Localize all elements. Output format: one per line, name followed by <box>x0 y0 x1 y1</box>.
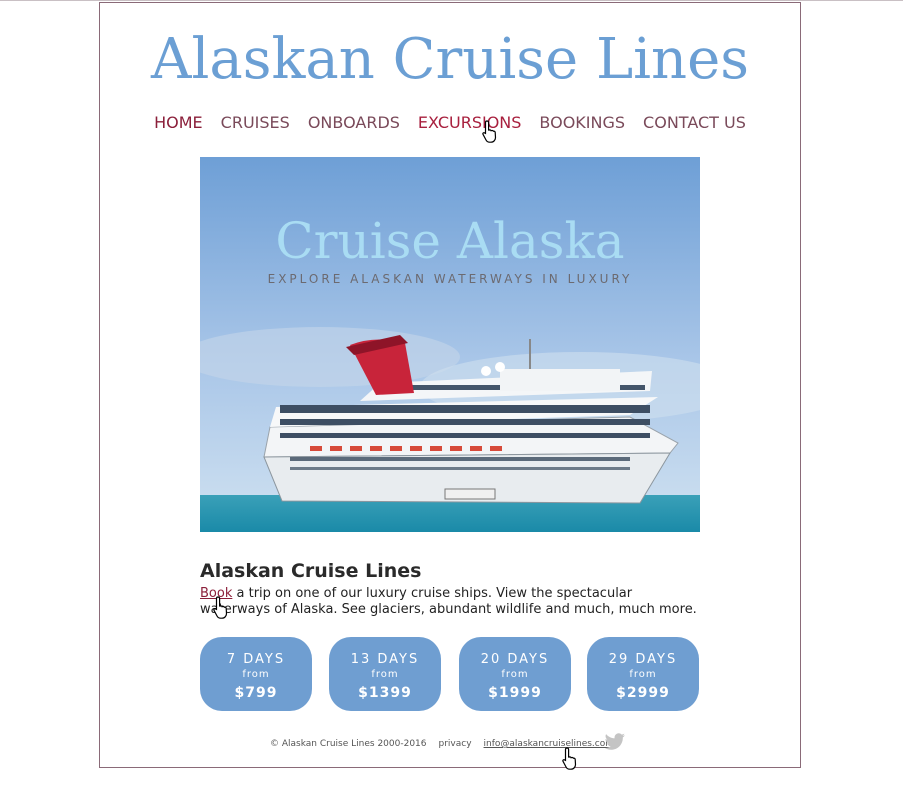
nav-cruises[interactable]: CRUISES <box>221 113 290 133</box>
nav-excursions[interactable]: EXCURSIONS <box>418 113 522 133</box>
package-from: from <box>242 669 270 680</box>
copyright-text: © Alaskan Cruise Lines 2000-2016 <box>270 739 427 749</box>
package-days: 7 DAYS <box>226 652 286 667</box>
twitter-icon[interactable] <box>604 733 626 751</box>
nav-contact-us[interactable]: CONTACT US <box>643 113 746 133</box>
package-days: 13 DAYS <box>350 652 420 667</box>
package-20-days-button[interactable]: 20 DAYS from $1999 <box>459 637 571 711</box>
hero-subtitle: EXPLORE ALASKAN WATERWAYS IN LUXURY <box>267 272 633 286</box>
package-from: from <box>371 669 399 680</box>
package-price: $1999 <box>488 685 542 701</box>
package-13-days-button[interactable]: 13 DAYS from $1399 <box>329 637 441 711</box>
nav-onboards[interactable]: ONBOARDS <box>308 113 400 133</box>
content-paragraph: Book a trip on one of our luxury cruise … <box>200 586 705 618</box>
package-days: 29 DAYS <box>608 652 678 667</box>
hero-title: Cruise Alaska <box>275 212 625 270</box>
email-link[interactable]: info@alaskancruiselines.com <box>484 738 614 750</box>
package-price: $2999 <box>616 685 670 701</box>
browser-top-border <box>0 0 903 1</box>
package-from: from <box>629 669 657 680</box>
hand-pointer-icon <box>482 120 497 143</box>
package-days: 20 DAYS <box>480 652 550 667</box>
hand-pointer-icon <box>213 596 228 619</box>
page-container: Alaskan Cruise Lines HOME CRUISES ONBOAR… <box>99 2 801 768</box>
package-price: $1399 <box>358 685 412 701</box>
package-29-days-button[interactable]: 29 DAYS from $2999 <box>587 637 699 711</box>
content-heading: Alaskan Cruise Lines <box>200 560 422 582</box>
main-nav: HOME CRUISES ONBOARDS EXCURSIONS BOOKING… <box>100 113 800 133</box>
content-body-text: a trip on one of our luxury cruise ships… <box>200 586 697 617</box>
nav-bookings[interactable]: BOOKINGS <box>539 113 625 133</box>
package-from: from <box>501 669 529 680</box>
nav-home[interactable]: HOME <box>154 113 203 133</box>
package-price: $799 <box>234 685 278 701</box>
hand-pointer-icon <box>562 747 577 770</box>
hero-banner: Cruise Alaska EXPLORE ALASKAN WATERWAYS … <box>200 157 700 532</box>
site-title: Alaskan Cruise Lines <box>151 27 749 92</box>
package-7-days-button[interactable]: 7 DAYS from $799 <box>200 637 312 711</box>
privacy-link[interactable]: privacy <box>439 738 472 750</box>
